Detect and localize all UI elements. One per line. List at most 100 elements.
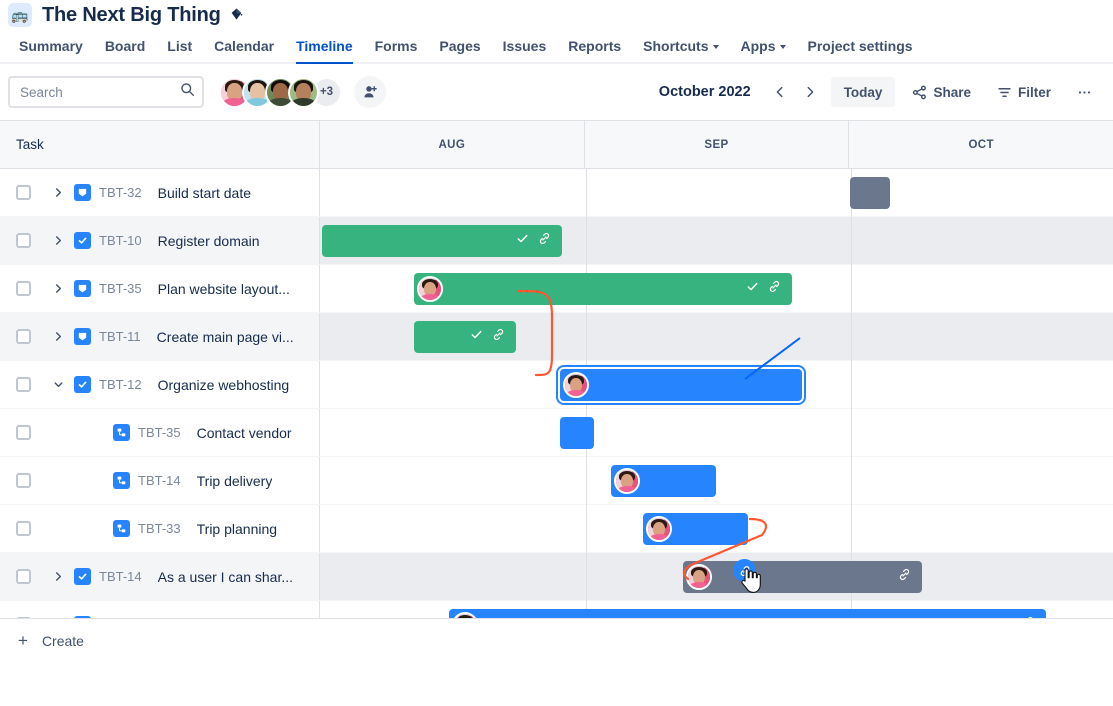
create-label: Create xyxy=(42,633,84,649)
issue-key[interactable]: TBT-10 xyxy=(99,233,142,248)
gantt-bar[interactable] xyxy=(850,177,890,209)
row-timeline-cell[interactable] xyxy=(320,169,1113,216)
filter-button[interactable]: Filter xyxy=(988,77,1060,107)
chevron-placeholder xyxy=(48,519,68,539)
prev-period-button[interactable] xyxy=(765,77,795,107)
issue-key[interactable]: TBT-32 xyxy=(99,185,142,200)
filter-label: Filter xyxy=(1018,85,1051,100)
tab-label: Project settings xyxy=(808,38,913,54)
add-person-button[interactable] xyxy=(354,76,386,108)
tab-label: Issues xyxy=(503,38,547,54)
search-input[interactable] xyxy=(8,76,204,108)
row-task-cell: TBT-14 Trip delivery xyxy=(0,457,320,504)
tab-board[interactable]: Board xyxy=(94,30,156,62)
issue-key[interactable]: TBT-14 xyxy=(99,569,142,584)
share-label: Share xyxy=(933,85,971,100)
issue-summary[interactable]: Contact vendor xyxy=(197,425,292,441)
row-checkbox[interactable] xyxy=(16,281,31,296)
issue-summary[interactable]: As a user I can shar... xyxy=(158,569,293,585)
gantt-bar[interactable] xyxy=(414,321,516,353)
table-row[interactable]: TBT-11 Create main page vi... xyxy=(0,313,1113,361)
row-checkbox[interactable] xyxy=(16,473,31,488)
issue-summary[interactable]: Trip planning xyxy=(197,521,277,537)
tab-pages[interactable]: Pages xyxy=(428,30,491,62)
more-button[interactable] xyxy=(1068,77,1101,107)
link-icon[interactable] xyxy=(768,280,781,298)
avatar[interactable] xyxy=(288,77,319,108)
table-row[interactable]: TBT-14 Trip delivery xyxy=(0,457,1113,505)
tab-calendar[interactable]: Calendar xyxy=(203,30,285,62)
row-task-cell: TBT-14 As a user I can shar... xyxy=(0,553,320,600)
issue-key[interactable]: TBT-14 xyxy=(138,473,181,488)
gantt-bar[interactable] xyxy=(683,561,922,593)
link-icon[interactable] xyxy=(898,568,911,586)
issue-key[interactable]: TBT-35 xyxy=(138,425,181,440)
gantt-bar[interactable] xyxy=(643,513,748,545)
gantt-bar[interactable] xyxy=(322,225,562,257)
create-issue-button[interactable]: + Create xyxy=(0,618,1113,662)
chevron-down-icon xyxy=(713,45,719,49)
row-checkbox[interactable] xyxy=(16,377,31,392)
chevron-placeholder xyxy=(48,471,68,491)
issue-key[interactable]: TBT-35 xyxy=(99,281,142,296)
check-icon[interactable] xyxy=(516,232,529,250)
row-checkbox[interactable] xyxy=(16,233,31,248)
tab-forms[interactable]: Forms xyxy=(364,30,429,62)
tab-timeline[interactable]: Timeline xyxy=(285,30,364,62)
expand-chevron-right-icon[interactable] xyxy=(48,231,68,251)
issue-summary[interactable]: Organize webhosting xyxy=(158,377,290,393)
tab-reports[interactable]: Reports xyxy=(557,30,632,62)
create-dependency-link-button[interactable] xyxy=(733,559,756,582)
tab-summary[interactable]: Summary xyxy=(8,30,94,62)
tab-label: Board xyxy=(105,38,145,54)
bar-action-icons xyxy=(470,328,516,346)
tab-shortcuts[interactable]: Shortcuts xyxy=(632,30,729,62)
row-checkbox[interactable] xyxy=(16,521,31,536)
row-checkbox[interactable] xyxy=(16,425,31,440)
row-checkbox[interactable] xyxy=(16,329,31,344)
tab-label: Calendar xyxy=(214,38,274,54)
collapse-chevron-down-icon[interactable] xyxy=(48,375,68,395)
story-type-icon xyxy=(74,280,91,297)
table-row[interactable]: TBT-33 Trip planning xyxy=(0,505,1113,553)
row-timeline-cell[interactable] xyxy=(320,409,1113,456)
issue-summary[interactable]: Build start date xyxy=(158,185,251,201)
row-checkbox[interactable] xyxy=(16,569,31,584)
table-row[interactable]: TBT-32 Build start date xyxy=(0,169,1113,217)
expand-chevron-right-icon[interactable] xyxy=(48,279,68,299)
check-icon[interactable] xyxy=(470,328,483,346)
gantt-bar[interactable] xyxy=(560,417,594,449)
bus-icon: 🚌 xyxy=(8,3,32,27)
share-button[interactable]: Share xyxy=(903,77,980,107)
issue-summary[interactable]: Plan website layout... xyxy=(158,281,290,297)
table-row[interactable]: TBT-12 Organize webhosting xyxy=(0,361,1113,409)
filter-icon xyxy=(997,85,1012,100)
issue-summary[interactable]: Register domain xyxy=(158,233,260,249)
tab-list[interactable]: List xyxy=(156,30,203,62)
expand-chevron-right-icon[interactable] xyxy=(48,567,68,587)
row-checkbox[interactable] xyxy=(16,185,31,200)
gantt-bar[interactable] xyxy=(560,369,802,401)
link-icon[interactable] xyxy=(538,232,551,250)
link-icon[interactable] xyxy=(492,328,505,346)
tab-project-settings[interactable]: Project settings xyxy=(797,30,924,62)
table-row[interactable]: TBT-35 Contact vendor xyxy=(0,409,1113,457)
task-type-icon xyxy=(74,232,91,249)
row-task-cell: TBT-35 Plan website layout... xyxy=(0,265,320,312)
today-button[interactable]: Today xyxy=(831,77,896,107)
issue-key[interactable]: TBT-11 xyxy=(99,329,141,344)
table-row[interactable]: TBT-14 As a user I can shar... xyxy=(0,553,1113,601)
row-timeline-cell[interactable] xyxy=(320,457,1113,504)
expand-chevron-right-icon[interactable] xyxy=(48,183,68,203)
issue-key[interactable]: TBT-33 xyxy=(138,521,181,536)
tab-issues[interactable]: Issues xyxy=(492,30,558,62)
tab-apps[interactable]: Apps xyxy=(730,30,797,62)
gantt-bar[interactable] xyxy=(611,465,716,497)
issue-summary[interactable]: Trip delivery xyxy=(197,473,273,489)
issue-key[interactable]: TBT-12 xyxy=(99,377,142,392)
next-period-button[interactable] xyxy=(795,77,825,107)
check-icon[interactable] xyxy=(746,280,759,298)
expand-chevron-right-icon[interactable] xyxy=(48,327,68,347)
gantt-bar[interactable] xyxy=(414,273,792,305)
issue-summary[interactable]: Create main page vi... xyxy=(157,329,294,345)
